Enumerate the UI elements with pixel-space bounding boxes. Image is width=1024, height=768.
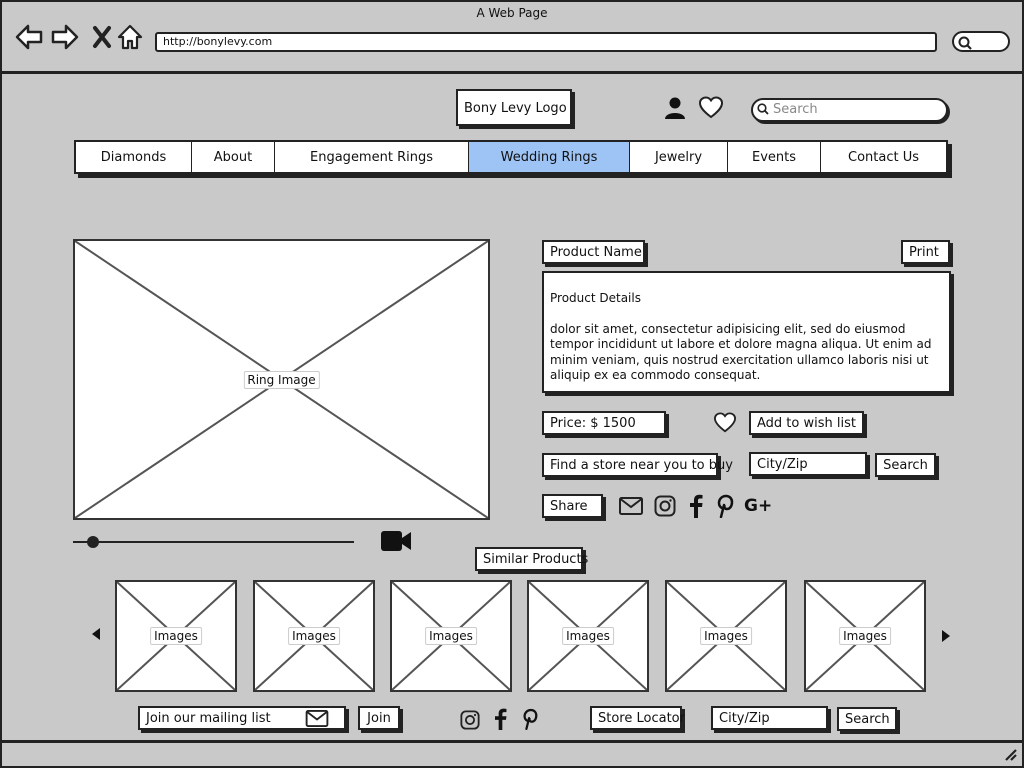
carousel-next-arrow-icon[interactable] (941, 629, 951, 647)
nav-item-diamonds[interactable]: Diamonds (76, 142, 192, 172)
similar-product-label: Images (425, 627, 477, 645)
browser-status-bar (0, 740, 1024, 768)
instagram-icon[interactable] (654, 495, 676, 517)
share-label: Share (542, 494, 603, 518)
store-search-button[interactable]: Search (875, 453, 936, 477)
similar-product-label: Images (150, 627, 202, 645)
price-label: Price: $ 1500 (542, 411, 666, 435)
similar-product-image[interactable]: Images (390, 580, 512, 692)
similar-product-image[interactable]: Images (253, 580, 375, 692)
similar-product-image[interactable]: Images (804, 580, 926, 692)
nav-item-about[interactable]: About (192, 142, 275, 172)
back-icon[interactable] (14, 22, 44, 52)
heart-icon[interactable] (698, 96, 724, 120)
close-icon[interactable] (87, 22, 117, 52)
similar-product-label: Images (288, 627, 340, 645)
nav-item-events[interactable]: Events (728, 142, 821, 172)
browser-search[interactable] (952, 31, 1010, 52)
google-plus-icon[interactable]: G+ (744, 496, 772, 516)
city-zip-input[interactable]: City/Zip (749, 452, 867, 476)
video-progress-thumb[interactable] (87, 536, 99, 548)
address-bar[interactable]: http://bonylevy.com (155, 32, 937, 52)
similar-product-label: Images (562, 627, 614, 645)
search-icon (757, 103, 769, 115)
product-details-title: Product Details (550, 291, 641, 305)
home-icon[interactable] (115, 22, 145, 52)
similar-product-label: Images (839, 627, 891, 645)
nav-item-wedding-rings[interactable]: Wedding Rings (469, 142, 630, 172)
nav-item-jewelry[interactable]: Jewelry (630, 142, 728, 172)
similar-product-image[interactable]: Images (115, 580, 237, 692)
print-button[interactable]: Print (901, 240, 950, 264)
find-store-label: Find a store near you to buy (542, 453, 733, 477)
product-name: Product Name (542, 240, 645, 264)
facebook-icon[interactable] (494, 708, 507, 730)
search-icon (958, 36, 972, 50)
ring-image: Ring Image (73, 239, 490, 520)
footer-search-button[interactable]: Search (837, 707, 897, 731)
similar-product-image[interactable]: Images (665, 580, 787, 692)
product-details: Product Details dolor sit amet, consecte… (542, 271, 951, 393)
main-nav: Diamonds About Engagement Rings Wedding … (74, 140, 948, 174)
video-camera-icon[interactable] (380, 529, 412, 553)
pinterest-icon[interactable] (521, 708, 539, 730)
forward-icon[interactable] (50, 22, 80, 52)
site-logo[interactable]: Bony Levy Logo (456, 89, 572, 126)
nav-item-contact-us[interactable]: Contact Us (821, 142, 946, 172)
facebook-icon[interactable] (689, 494, 703, 518)
window-title: A Web Page (476, 6, 548, 20)
product-details-text: dolor sit amet, consectetur adipisicing … (550, 321, 932, 383)
resize-grip-icon[interactable] (1003, 747, 1017, 761)
mail-icon (305, 710, 329, 727)
join-button[interactable]: Join (358, 706, 400, 730)
user-icon[interactable] (664, 96, 686, 120)
similar-products-title: Similar Products (475, 547, 588, 571)
similar-product-image[interactable]: Images (527, 580, 649, 692)
instagram-icon[interactable] (460, 710, 480, 730)
wishlist-heart-icon[interactable] (712, 412, 738, 434)
add-to-wishlist-button[interactable]: Add to wish list (749, 411, 864, 435)
nav-item-engagement-rings[interactable]: Engagement Rings (275, 142, 469, 172)
video-progress-track[interactable] (73, 541, 354, 543)
store-locator-button[interactable]: Store Locator (590, 706, 685, 730)
footer-city-zip-input[interactable]: City/Zip (711, 706, 828, 730)
carousel-prev-arrow-icon[interactable] (91, 627, 101, 645)
site-search-input[interactable]: Search (751, 98, 948, 122)
email-icon[interactable] (619, 497, 643, 515)
pinterest-icon[interactable] (715, 494, 735, 518)
similar-product-label: Images (700, 627, 752, 645)
ring-image-label: Ring Image (243, 370, 320, 389)
